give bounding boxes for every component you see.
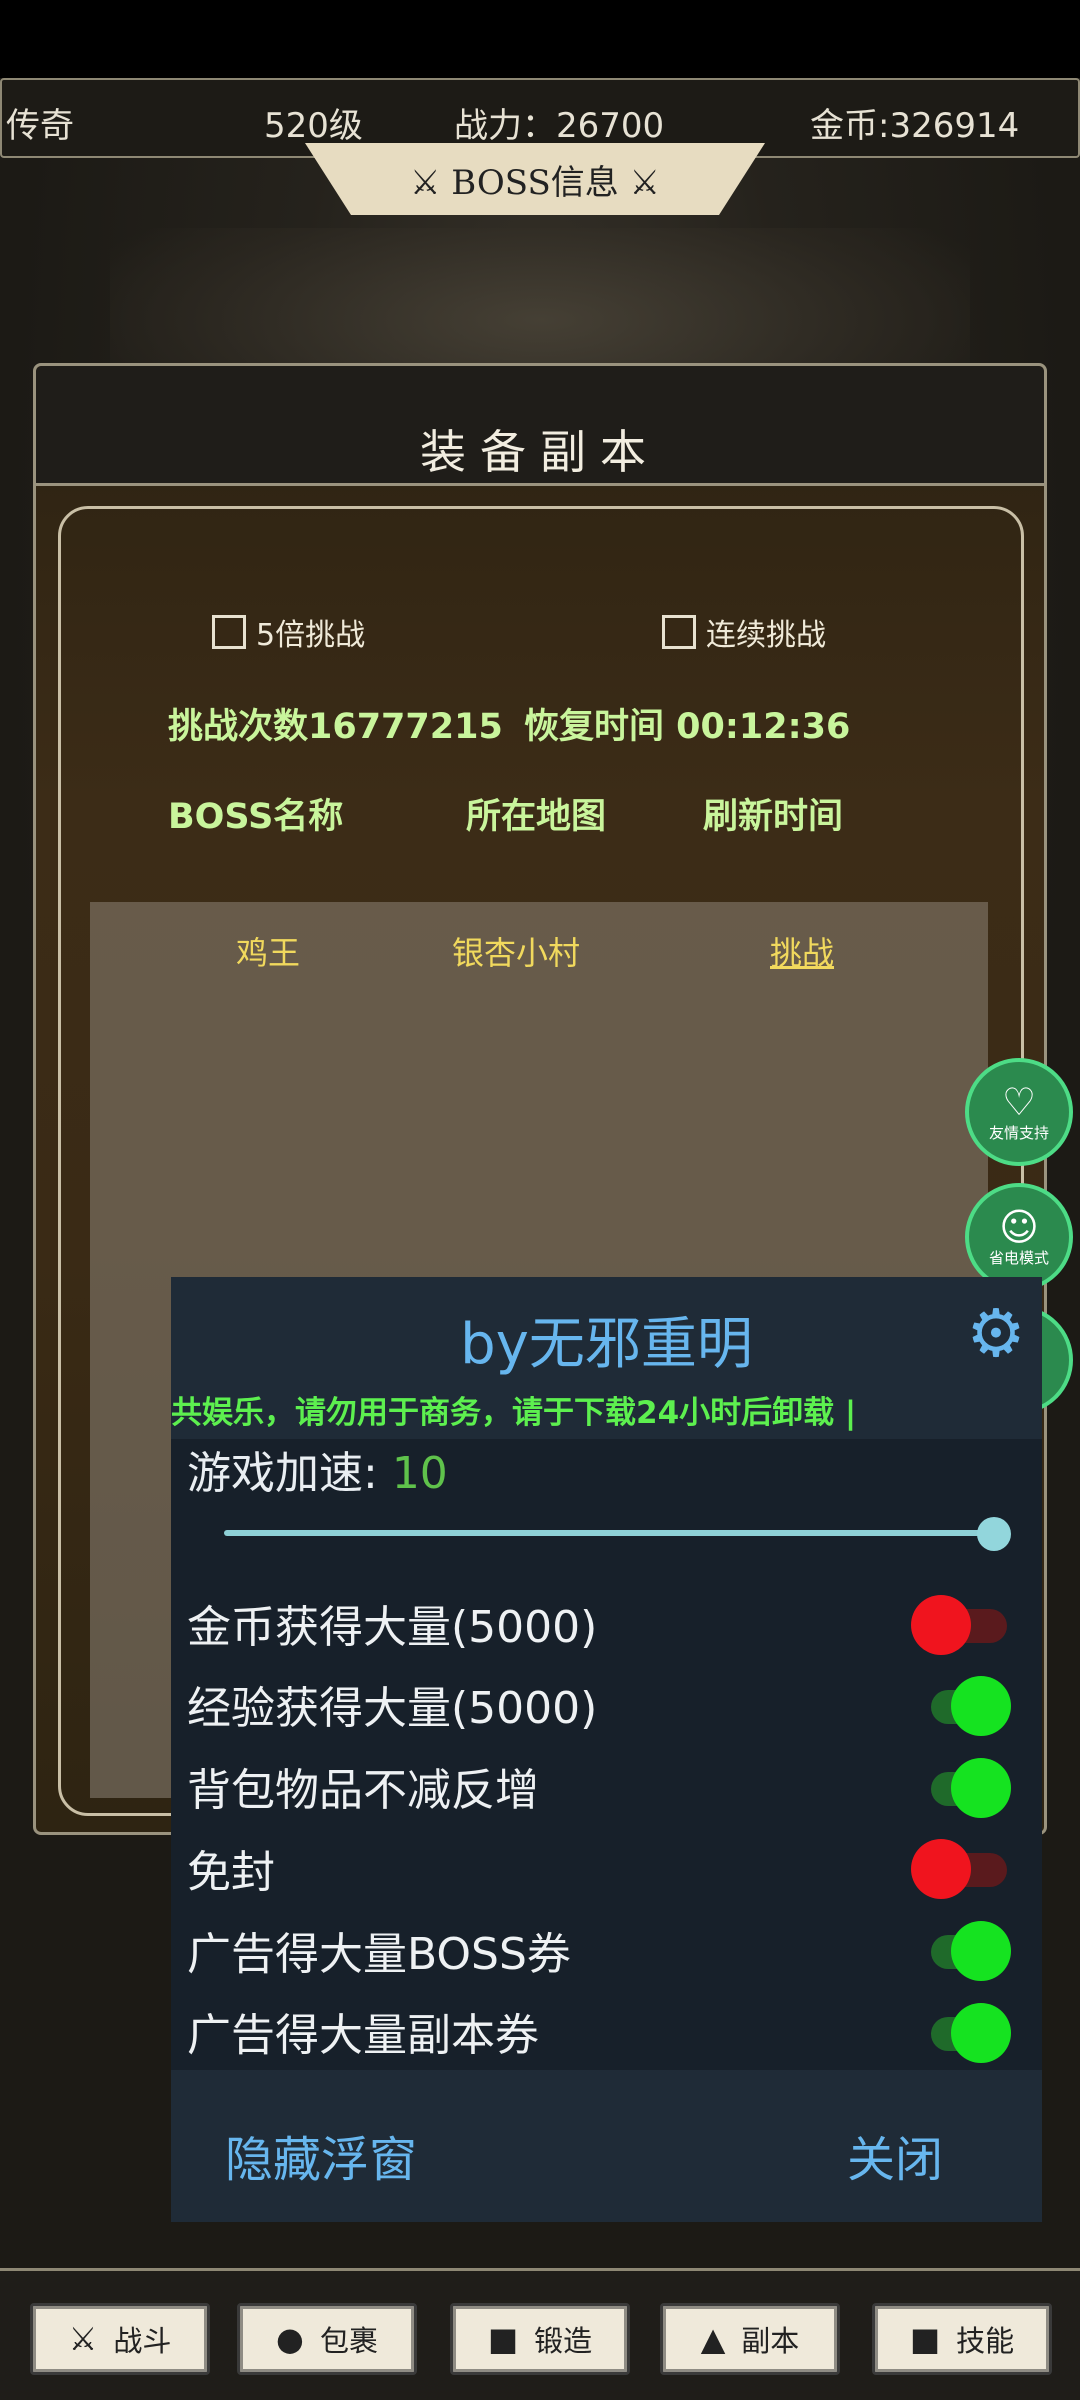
game-speed-value: 10 [391,1448,448,1499]
continuous-checkbox[interactable]: 连续挑战 [662,610,826,654]
five-times-checkbox[interactable]: 5倍挑战 [212,610,365,654]
boss-name-cell: 鸡王 [236,934,301,972]
option-label: 经验获得大量(5000) [187,1683,598,1734]
nav-dungeon-label: 副本 [741,2324,800,2358]
power-save-label: 省电模式 [988,1248,1049,1267]
player-name: 传奇 [6,106,74,146]
challenge-link[interactable]: 挑战 [770,928,834,974]
tower-icon: ▲ [700,2320,726,2358]
boss-map-cell: 银杏小村 [452,934,581,972]
combat-power: 战力：26700 [454,106,665,146]
swords-icon: ⚔ [68,2320,98,2358]
heart-icon: ♡ [1001,1079,1037,1124]
book-icon: ■ [487,2320,519,2358]
option-label: 广告得大量副本券 [187,2010,539,2061]
nav-bag-label: 包裹 [319,2324,378,2358]
col-refresh: 刷新时间 [703,797,844,837]
game-speed-label: 游戏加速: [187,1448,392,1499]
dialog-title: 装备副本 [420,425,660,479]
friend-support-button[interactable]: ♡ 友情支持 [965,1058,1073,1166]
float-window-header[interactable]: by无邪重明 ⚙ 共娱乐，请勿用于商务，请于下载24小时后卸载 | [171,1277,1042,1439]
book-icon: ■ [909,2320,941,2358]
float-window-title: by无邪重明 [460,1312,753,1377]
five-times-label: 5倍挑战 [256,618,366,653]
checkbox-box[interactable] [662,615,696,649]
nav-bag-button[interactable]: ● 包裹 [237,2303,417,2375]
option-label: 金币获得大量(5000) [187,1602,598,1653]
cheat-float-window: by无邪重明 ⚙ 共娱乐，请勿用于商务，请于下载24小时后卸载 | 游戏加速: … [171,1277,1042,2222]
boss-info-tab[interactable]: ⚔ BOSS信息 ⚔ [305,143,765,215]
option-label: 免封 [187,1847,275,1898]
toggle-exp-boost[interactable] [911,1676,1021,1736]
sleep-icon: ☺ [999,1204,1039,1249]
toggle-dungeon-tickets[interactable] [911,2003,1021,2063]
continuous-label: 连续挑战 [706,618,826,653]
power-save-button[interactable]: ☺ 省电模式 [965,1183,1073,1291]
game-speed-row: 游戏加速: 10 [187,1437,448,1501]
nav-battle-button[interactable]: ⚔ 战斗 [30,2303,210,2375]
status-bar [0,0,1080,78]
friend-support-label: 友情支持 [988,1123,1049,1142]
nav-forge-label: 锻造 [534,2324,593,2358]
col-boss-name: BOSS名称 [168,797,344,837]
speed-slider-knob[interactable] [977,1517,1011,1551]
gear-icon[interactable]: ⚙ [961,1299,1031,1369]
nav-battle-label: 战斗 [113,2324,172,2358]
checkbox-box[interactable] [212,615,246,649]
player-level: 520级 [264,106,363,146]
nav-skill-label: 技能 [956,2324,1015,2358]
close-button[interactable]: 关闭 [847,2120,943,2190]
float-window-footer: 隐藏浮窗 关闭 [171,2070,1042,2222]
bag-icon: ● [276,2320,304,2358]
bottom-nav: ⚔ 战斗 ● 包裹 ■ 锻造 ▲ 副本 ■ 技能 [0,2268,1080,2400]
toggle-anti-ban[interactable] [911,1839,1021,1899]
col-map: 所在地图 [466,797,607,837]
gold-amount: 金币:326914 [810,106,1020,146]
recover-time: 恢复时间 00:12:36 [524,707,851,747]
nav-dungeon-button[interactable]: ▲ 副本 [660,2303,840,2375]
option-label: 广告得大量BOSS券 [187,1929,571,1980]
toggle-boss-tickets[interactable] [911,1921,1021,1981]
toggle-gold-boost[interactable] [911,1595,1021,1655]
toggle-items-increase[interactable] [911,1758,1021,1818]
nav-skill-button[interactable]: ■ 技能 [872,2303,1052,2375]
challenge-count: 挑战次数16777215 [168,707,503,747]
speed-slider-track[interactable] [224,1530,994,1536]
hide-float-button[interactable]: 隐藏浮窗 [225,2120,417,2190]
dialog-header: 装备副本 [36,366,1044,486]
option-label: 背包物品不减反增 [187,1765,539,1816]
disclaimer-marquee: 共娱乐，请勿用于商务，请于下载24小时后卸载 | [171,1395,857,1431]
nav-forge-button[interactable]: ■ 锻造 [450,2303,630,2375]
